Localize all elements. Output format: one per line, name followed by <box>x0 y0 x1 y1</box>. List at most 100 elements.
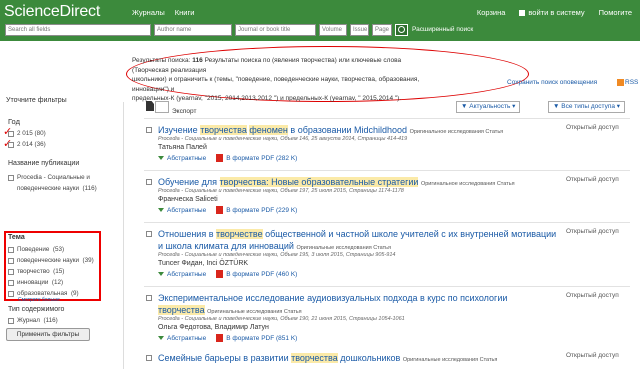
author-input[interactable]: Author name <box>154 24 232 36</box>
login-icon <box>519 9 526 16</box>
export-link[interactable]: Экспорт <box>172 108 196 115</box>
pdf-link[interactable]: В формате PDF (282 K) <box>226 155 297 162</box>
pdf-link[interactable]: В формате PDF (851 K) <box>226 335 297 342</box>
abstract-link[interactable]: Абстрактные <box>167 155 206 162</box>
result-item: Отношения в творчестве общественной и ча… <box>146 228 621 285</box>
filter-topic-behavioral-sciences[interactable]: поведенческие науки (39) <box>8 257 94 264</box>
refine-title: Уточните фильтры <box>6 97 67 104</box>
result-meta: Procedia - Социальные и поведенческие на… <box>158 252 396 258</box>
expand-icon[interactable] <box>158 208 164 212</box>
filter-topic-innovation[interactable]: инновации (12) <box>8 279 63 286</box>
select-all-dropdown[interactable] <box>155 101 169 113</box>
pdf-link[interactable]: В формате PDF (229 K) <box>226 207 297 214</box>
journal-input[interactable]: Journal or book title <box>235 24 316 36</box>
checkbox[interactable] <box>8 257 14 264</box>
checkbox[interactable] <box>8 268 14 275</box>
checkbox[interactable] <box>8 279 14 286</box>
search-button[interactable] <box>395 24 408 36</box>
filter-pub-procedia[interactable]: Procedia - Социальные и <box>8 174 90 181</box>
result-meta: Procedia - Социальные и поведенческие на… <box>158 188 404 194</box>
filter-topic-behavior[interactable]: Поведение (53) <box>8 246 64 253</box>
filter-topic-education[interactable]: образовательная (9) <box>8 290 79 297</box>
page-input[interactable]: Page <box>372 24 392 36</box>
result-links: Абстрактные В формате PDF (851 K) <box>158 334 297 342</box>
save-alert-link[interactable]: Сохранить поиск оповещения <box>507 79 597 86</box>
result-meta: Procedia - Социальные и поведенческие на… <box>158 316 405 322</box>
nav-journals[interactable]: Журналы <box>132 8 165 17</box>
apply-filters-button[interactable]: Применить фильтры <box>6 328 90 341</box>
logo[interactable]: ScienceDirect <box>4 3 132 21</box>
abstract-link[interactable]: Абстрактные <box>167 335 206 342</box>
rss-link[interactable]: RSS <box>625 79 638 86</box>
expand-icon[interactable] <box>158 156 164 160</box>
sidebar-divider <box>123 102 124 369</box>
result-item: Изучение творчества феномен в образовани… <box>146 124 621 169</box>
result-authors: Tuncer Фидан, Inci ÖZTÜRK <box>158 260 249 267</box>
checkbox[interactable] <box>8 290 14 297</box>
sort-icon: ▼ <box>461 103 470 110</box>
divider <box>144 170 630 171</box>
result-checkbox[interactable] <box>146 179 152 185</box>
result-item: Обучение для творчества: Новые образоват… <box>146 176 621 221</box>
expand-icon[interactable] <box>158 336 164 340</box>
pdf-icon[interactable] <box>216 154 224 162</box>
result-links: Абстрактные В формате PDF (282 K) <box>158 154 297 162</box>
relevance-sort-dropdown[interactable]: ▼ Актуальность ▾ <box>456 101 521 113</box>
checkbox[interactable] <box>8 174 14 181</box>
result-authors: Татьяна Палей <box>158 144 207 151</box>
checkbox[interactable] <box>8 130 14 137</box>
filter-pub-procedia-line2: поведенческие науки (116) <box>17 185 97 192</box>
volume-input[interactable]: Volume <box>319 24 347 36</box>
top-bar: ScienceDirect Журналы Книги Корзина войт… <box>0 0 640 24</box>
nav-books[interactable]: Книги <box>175 8 195 17</box>
filter-content-journal[interactable]: Журнал (116) <box>8 317 58 324</box>
filter-topic-creativity[interactable]: творчество (15) <box>8 268 64 275</box>
abstract-link[interactable]: Абстрактные <box>167 207 206 214</box>
pdf-link[interactable]: В формате PDF (460 K) <box>226 271 297 278</box>
result-checkbox[interactable] <box>146 231 152 237</box>
filter-year-2015[interactable]: 2 015 (80) <box>8 130 46 137</box>
issue-input[interactable]: Issue <box>350 24 369 36</box>
rss-icon[interactable] <box>617 79 624 86</box>
advanced-search-link[interactable]: Расширенный поиск <box>412 24 473 36</box>
checkbox[interactable] <box>8 141 14 148</box>
result-title[interactable]: Семейные барьеры в развитии творчества д… <box>158 352 558 366</box>
pub-title: Название публикации <box>8 160 80 167</box>
pdf-icon[interactable] <box>216 206 224 214</box>
pdf-icon[interactable] <box>216 334 224 342</box>
result-checkbox[interactable] <box>146 127 152 133</box>
result-checkbox[interactable] <box>146 295 152 301</box>
open-access-label: Открытый доступ <box>566 176 619 183</box>
open-access-label: Открытый доступ <box>566 124 619 131</box>
result-links: Абстрактные В формате PDF (229 K) <box>158 206 297 214</box>
topic-title: Тема <box>8 234 25 241</box>
login-link[interactable]: войти в систему <box>519 8 585 17</box>
result-item: Семейные барьеры в развитии творчества д… <box>146 352 621 369</box>
expand-icon[interactable] <box>158 272 164 276</box>
help-link[interactable]: Помогите <box>599 8 632 17</box>
search-bar: Search all fields Author name Journal or… <box>0 24 640 41</box>
result-meta: Procedia - Социальные и поведенческие на… <box>158 136 408 142</box>
filter-year-2014[interactable]: 2 014 (36) <box>8 141 46 148</box>
divider <box>144 222 630 223</box>
open-access-label: Открытый доступ <box>566 292 619 299</box>
access-type-dropdown[interactable]: ▼ Все типы доступа ▾ <box>548 101 626 113</box>
abstract-link[interactable]: Абстрактные <box>167 271 206 278</box>
result-item: Экспериментальное исследование аудиовизу… <box>146 292 621 342</box>
checkbox[interactable] <box>8 246 14 253</box>
result-title[interactable]: Экспериментальное исследование аудиовизу… <box>158 292 553 318</box>
open-access-label: Открытый доступ <box>566 228 619 235</box>
divider <box>144 118 630 119</box>
cart-link[interactable]: Корзина <box>477 8 506 17</box>
result-checkbox[interactable] <box>146 355 152 361</box>
topic-more-link[interactable]: Смотрите больше <box>18 297 60 303</box>
content-type-title: Тип содержимого <box>8 306 65 313</box>
checkbox[interactable] <box>8 317 14 324</box>
divider <box>144 286 630 287</box>
result-links: Абстрактные В формате PDF (460 K) <box>158 270 297 278</box>
result-count: 116 <box>192 57 203 64</box>
result-title[interactable]: Отношения в творчестве общественной и ча… <box>158 228 558 254</box>
search-all-fields-input[interactable]: Search all fields <box>5 24 151 36</box>
pdf-icon[interactable] <box>216 270 224 278</box>
result-authors: Франческа Salicеti <box>158 196 218 203</box>
